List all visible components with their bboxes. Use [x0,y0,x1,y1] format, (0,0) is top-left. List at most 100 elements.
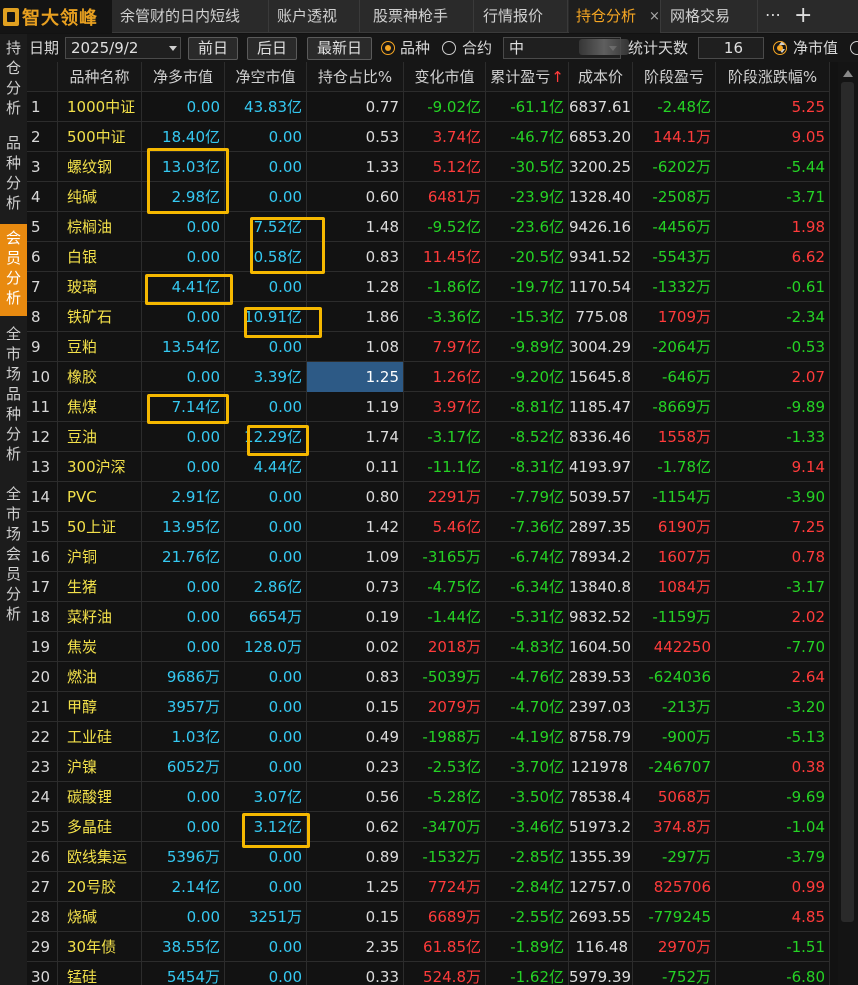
cell-index: 23 [27,752,58,782]
col-change-value-header[interactable]: 变化市值 [404,62,486,92]
col-net-short-header[interactable]: 净空市值 [225,62,307,92]
table-row[interactable]: 6 白银 0.00 0.58亿 0.83 11.45亿 -20.5亿 9341.52 -5543… [27,242,830,272]
table-row[interactable]: 22 工业硅 1.03亿 0.00 0.49 -1988万 -4.19亿 8758.79 -90… [27,722,830,752]
cell-period-pnl: -8669万 [633,392,716,422]
table-row[interactable]: 12 豆油 0.00 12.29亿 1.74 -3.17亿 -8.52亿 8336.46 155… [27,422,830,452]
net-value-radio[interactable] [773,41,787,55]
table-row[interactable]: 15 50上证 13.95亿 0.00 1.42 5.46亿 -7.36亿 2897.35 61… [27,512,830,542]
col-position-share-header[interactable]: 持仓占比% [307,62,404,92]
cell-cost-price: 5039.57 [569,482,633,512]
tab-intraday[interactable]: 余管财的日内短线 [113,0,269,33]
highlight-box-rebar-soda [147,148,229,214]
cell-variety-name: 铁矿石 [58,302,142,332]
cell-period-pnl: -752万 [633,962,716,985]
other-radio[interactable] [850,41,858,55]
cell-period-pnl: -779245 [633,902,716,932]
scroll-thumb[interactable] [841,82,854,922]
col-period-pnl-header[interactable]: 阶段盈亏 [633,62,716,92]
table-row[interactable]: 25 多晶硅 0.00 3.12亿 0.62 -3470万 -3.46亿 51973.2 374… [27,812,830,842]
table-row[interactable]: 18 菜籽油 0.00 6654万 0.19 -1.44亿 -5.31亿 9832.52 -11… [27,602,830,632]
table-row[interactable]: 27 20号胶 2.14亿 0.00 1.25 7724万 -2.84亿 12757.0 825… [27,872,830,902]
logo-icon [3,7,19,26]
nav-variety-analysis[interactable]: 品种分析 [0,129,27,219]
col-name-header[interactable]: 品种名称 [58,62,142,92]
next-day-button[interactable]: 后日 [247,37,297,60]
cell-net-short: 4.44亿 [225,452,307,482]
cell-position-share: 0.02 [307,632,404,662]
cell-change-value: 2018万 [404,632,486,662]
variety-radio[interactable] [381,41,395,55]
table-row[interactable]: 17 生猪 0.00 2.86亿 0.73 -4.75亿 -6.34亿 13840.8 1084… [27,572,830,602]
cell-period-pnl: -2508万 [633,182,716,212]
table-row[interactable]: 24 碳酸锂 0.00 3.07亿 0.56 -5.28亿 -3.50亿 78538.4 506… [27,782,830,812]
scroll-up-icon[interactable] [843,70,853,77]
table-row[interactable]: 10 橡胶 0.00 3.39亿 1.25 1.26亿 -9.20亿 15645.8 -646万… [27,362,830,392]
table-row[interactable]: 21 甲醇 3957万 0.00 0.15 2079万 -4.70亿 2397.03 -213万… [27,692,830,722]
cell-net-long: 0.00 [142,242,225,272]
cell-period-change: 0.99 [716,872,830,902]
add-tab-icon[interactable]: + [794,0,812,33]
app-logo: 智大领峰 [0,0,112,33]
cell-position-share: 1.42 [307,512,404,542]
table-row[interactable]: 30 锰硅 5454万 0.00 0.33 524.8万 -1.62亿 5979.39 -752… [27,962,830,985]
tab-position-analysis[interactable]: 持仓分析 × [569,0,661,33]
table-row[interactable]: 29 30年债 38.55亿 0.00 2.35 61.85亿 -1.89亿 116.48 29… [27,932,830,962]
cell-net-short: 0.00 [225,542,307,572]
table-row[interactable]: 19 焦炭 0.00 128.0万 0.02 2018万 -4.83亿 1604.50 4422… [27,632,830,662]
cell-period-pnl: 1084万 [633,572,716,602]
col-cost-price-header[interactable]: 成本价 [569,62,633,92]
date-value: 2025/9/2 [71,39,139,57]
table-row[interactable]: 16 沪铜 21.76亿 0.00 1.09 -3165万 -6.74亿 78934.2 160… [27,542,830,572]
nav-market-member-analysis[interactable]: 全市场会员分析 [0,480,27,630]
cell-change-value: -3165万 [404,542,486,572]
cell-variety-name: 豆油 [58,422,142,452]
cell-position-share: 0.80 [307,482,404,512]
cell-period-pnl: 442250 [633,632,716,662]
cell-cum-pnl: -1.89亿 [486,932,569,962]
cell-position-share: 1.25 [307,362,404,392]
nav-position-analysis[interactable]: 持仓分析 [0,34,27,128]
table-row[interactable]: 5 棕榈油 0.00 7.52亿 1.48 -9.52亿 -23.6亿 9426.16 -445… [27,212,830,242]
table-row[interactable]: 1 1000中证 0.00 43.83亿 0.77 -9.02亿 -61.1亿 6837.61… [27,92,830,122]
col-period-change-header[interactable]: 阶段涨跌幅% [716,62,830,92]
nav-member-analysis[interactable]: 会员分析 [0,224,27,316]
more-icon[interactable]: ⋯ [765,0,781,33]
cell-period-change: 0.38 [716,752,830,782]
cell-cum-pnl: -6.74亿 [486,542,569,572]
table-row[interactable]: 14 PVC 2.91亿 0.00 0.80 2291万 -7.79亿 5039.57 -115… [27,482,830,512]
cell-net-short: 3.07亿 [225,782,307,812]
table-row[interactable]: 9 豆粕 13.54亿 0.00 1.08 7.97亿 -9.89亿 3004.29 -2064… [27,332,830,362]
latest-day-button[interactable]: 最新日 [307,37,372,60]
cell-cost-price: 2397.03 [569,692,633,722]
cell-index: 15 [27,512,58,542]
table-row[interactable]: 20 燃油 9686万 0.00 0.83 -5039万 -4.76亿 2839.53 -624… [27,662,830,692]
table-row[interactable]: 23 沪镍 6052万 0.00 0.23 -2.53亿 -3.70亿 121978 -2467… [27,752,830,782]
nav-market-variety-analysis[interactable]: 全市场品种分析 [0,320,27,470]
cell-cum-pnl: -3.50亿 [486,782,569,812]
cell-period-change: -1.33 [716,422,830,452]
contract-radio[interactable] [442,41,456,55]
cell-change-value: 61.85亿 [404,932,486,962]
cell-net-short: 0.00 [225,692,307,722]
tab-grid-trading[interactable]: 网格交易 [663,0,758,33]
table-row[interactable]: 13 300沪深 0.00 4.44亿 0.11 -11.1亿 -8.31亿 4193.97-… [27,452,830,482]
tab-account-view[interactable]: 账户透视 [270,0,360,33]
col-cum-pnl-header[interactable]: 累计盈亏↑ [486,62,569,92]
tab-quotes[interactable]: 行情报价 [476,0,568,33]
date-picker[interactable]: 2025/9/2 [65,37,181,59]
col-net-long-header[interactable]: 净多市值 [142,62,225,92]
vertical-scrollbar[interactable] [838,62,858,985]
prev-day-button[interactable]: 前日 [188,37,238,60]
cell-variety-name: 多晶硅 [58,812,142,842]
close-icon[interactable]: × [649,0,660,33]
cell-change-value: 6481万 [404,182,486,212]
table-row[interactable]: 26 欧线集运 5396万 0.00 0.89 -1532万 -2.85亿 1355.39 -2… [27,842,830,872]
tab-stock-sniper[interactable]: 股票神枪手 [366,0,474,33]
stat-days-input[interactable]: 16 [698,37,764,59]
cell-period-pnl: -2.48亿 [633,92,716,122]
col-index-header[interactable] [27,62,58,92]
table-row[interactable]: 8 铁矿石 0.00 10.91亿 1.86 -3.36亿 -15.3亿 775.08 1709… [27,302,830,332]
cell-period-change: 9.14 [716,452,830,482]
cell-net-long: 9686万 [142,662,225,692]
table-row[interactable]: 28 烧碱 0.00 3251万 0.15 6689万 -2.55亿 2693.55 -7792… [27,902,830,932]
